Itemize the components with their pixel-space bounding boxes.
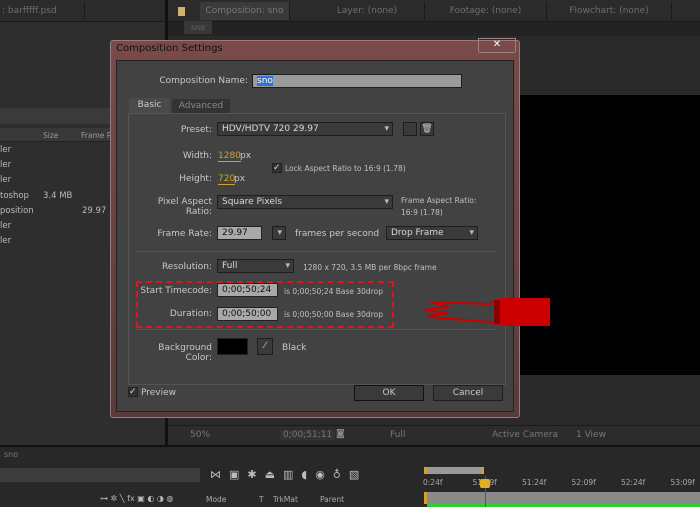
close-button[interactable]: ✕ xyxy=(478,38,516,53)
layer-bar[interactable] xyxy=(424,492,700,504)
ruler-tick-label: 0:24f xyxy=(423,478,443,487)
resolution-dropdown[interactable]: Full xyxy=(390,430,405,440)
timeline-search[interactable] xyxy=(0,468,200,482)
composition-name-label: Composition Name: xyxy=(159,76,248,86)
pixel-aspect-ratio-dropdown[interactable]: Square Pixels xyxy=(217,195,393,209)
height-unit: px xyxy=(234,174,246,184)
pixel-aspect-ratio-label: Pixel Aspect Ratio: xyxy=(157,197,212,217)
frame-rate-dropdown[interactable] xyxy=(272,226,286,240)
composition-name-input[interactable]: sno xyxy=(252,74,462,88)
drop-frame-dropdown[interactable]: Drop Frame xyxy=(386,226,478,240)
background-color-name: Black xyxy=(282,343,307,353)
work-area-bar[interactable] xyxy=(424,467,484,474)
cancel-button[interactable]: Cancel xyxy=(433,385,503,401)
duration-input[interactable]: 0;00;50;00 xyxy=(217,307,278,321)
resolution-info: 1280 x 720, 3.5 MB per 8bpc frame xyxy=(303,263,437,272)
preset-dropdown[interactable]: HDV/HDTV 720 29.97 xyxy=(217,122,393,136)
timecode-display[interactable]: 0;00;51;11 xyxy=(280,430,336,440)
width-unit: px xyxy=(240,151,252,161)
layer-switches[interactable]: ⊶ ✲ ╲ fx ▣ ◐ ◑ ◍ xyxy=(100,494,173,503)
camera-icon[interactable]: ◙ xyxy=(336,429,345,439)
project-row-name[interactable]: ler xyxy=(0,221,11,231)
ok-button[interactable]: OK xyxy=(354,385,424,401)
project-row-name[interactable]: ler xyxy=(0,175,11,185)
frame-aspect-ratio-label: Frame Aspect Ratio: xyxy=(401,196,477,205)
project-row-name[interactable]: position xyxy=(0,206,34,216)
frame-rate-unit: frames per second xyxy=(295,229,380,239)
col-mode[interactable]: Mode xyxy=(206,495,226,504)
width-label: Width: xyxy=(182,151,212,161)
col-size[interactable]: Size xyxy=(43,131,58,140)
frame-aspect-ratio-value: 16:9 (1.78) xyxy=(401,208,443,217)
preset-label: Preset: xyxy=(180,125,212,135)
project-row-name[interactable]: ler xyxy=(0,236,11,246)
pointing-hand-icon xyxy=(423,298,550,326)
lock-aspect-label: Lock Aspect Ratio to 16:9 (1.78) xyxy=(285,164,406,173)
save-preset-button[interactable] xyxy=(403,122,417,136)
divider xyxy=(136,329,496,330)
col-t[interactable]: T xyxy=(259,495,264,504)
start-timecode-label: Start Timecode: xyxy=(140,286,212,296)
lock-aspect-checkbox[interactable]: ✓ xyxy=(272,163,282,173)
project-row-name[interactable]: ler xyxy=(0,145,11,155)
width-value[interactable]: 1280 xyxy=(218,151,241,162)
frame-rate-label: Frame Rate: xyxy=(157,229,212,239)
project-row-name[interactable]: ler xyxy=(0,160,11,170)
timeline-tab[interactable]: sno xyxy=(4,450,18,459)
ruler-tick-label: 52:24f xyxy=(621,478,646,487)
divider xyxy=(136,251,496,252)
views-dropdown[interactable]: 1 View xyxy=(576,430,606,440)
comp-chip[interactable]: sno xyxy=(184,21,212,34)
dialog-title: Composition Settings xyxy=(116,43,223,54)
eyedropper-button[interactable]: ⁄ xyxy=(257,338,273,355)
height-value[interactable]: 720 xyxy=(218,174,236,185)
tab-basic[interactable]: Basic xyxy=(129,98,170,113)
timeline-tool-icons[interactable]: ⋈▣✱⏏▥◖◉♁▧ xyxy=(210,468,367,481)
start-timecode-info: is 0;00;50;24 Base 30drop xyxy=(284,287,383,296)
col-trkmat[interactable]: TrkMat xyxy=(273,495,298,504)
viewer-toolbar xyxy=(168,425,700,445)
delete-preset-button[interactable]: 🗑 xyxy=(420,122,434,136)
project-row-fps: 29.97 xyxy=(82,205,107,216)
project-row-name[interactable]: toshop xyxy=(0,191,29,201)
playhead-handle[interactable] xyxy=(480,479,490,488)
col-parent[interactable]: Parent xyxy=(320,495,344,504)
frame-rate-input[interactable]: 29.97 xyxy=(217,226,262,240)
comp-canvas xyxy=(520,95,700,375)
preview-label: Preview xyxy=(141,388,177,398)
ruler-tick-label: 51:24f xyxy=(522,478,547,487)
resolution-label: Resolution: xyxy=(161,262,212,272)
composition-name-value: sno xyxy=(257,76,273,86)
height-label: Height: xyxy=(179,174,212,184)
tab-project[interactable]: : barfffff.psd xyxy=(0,2,85,20)
duration-info: is 0;00;50;00 Base 30drop xyxy=(284,310,383,319)
tab-footage[interactable]: Footage: (none) xyxy=(425,2,547,20)
tab-flowchart[interactable]: Flowchart: (none) xyxy=(547,2,672,20)
background-color-label: Background Color: xyxy=(158,343,212,363)
ruler-tick-label: 52:09f xyxy=(571,478,596,487)
ruler-tick-label: 53:09f xyxy=(670,478,695,487)
col-fps[interactable]: Frame R xyxy=(81,131,112,140)
camera-dropdown[interactable]: Active Camera xyxy=(492,430,558,440)
duration-label: Duration: xyxy=(169,309,212,319)
zoom-dropdown[interactable]: 50% xyxy=(190,430,210,440)
resolution-dropdown[interactable]: Full xyxy=(217,259,294,273)
comp-icon xyxy=(178,7,185,16)
tab-layer[interactable]: Layer: (none) xyxy=(310,2,425,20)
start-timecode-input[interactable]: 0;00;50;24 xyxy=(217,283,278,297)
project-row-size: 3.4 MB xyxy=(43,190,73,201)
preview-checkbox[interactable]: ✓ xyxy=(128,387,138,397)
background-color-swatch[interactable] xyxy=(217,338,248,355)
tab-advanced[interactable]: Advanced xyxy=(172,99,230,113)
tab-composition[interactable]: Composition: sno xyxy=(200,2,290,20)
